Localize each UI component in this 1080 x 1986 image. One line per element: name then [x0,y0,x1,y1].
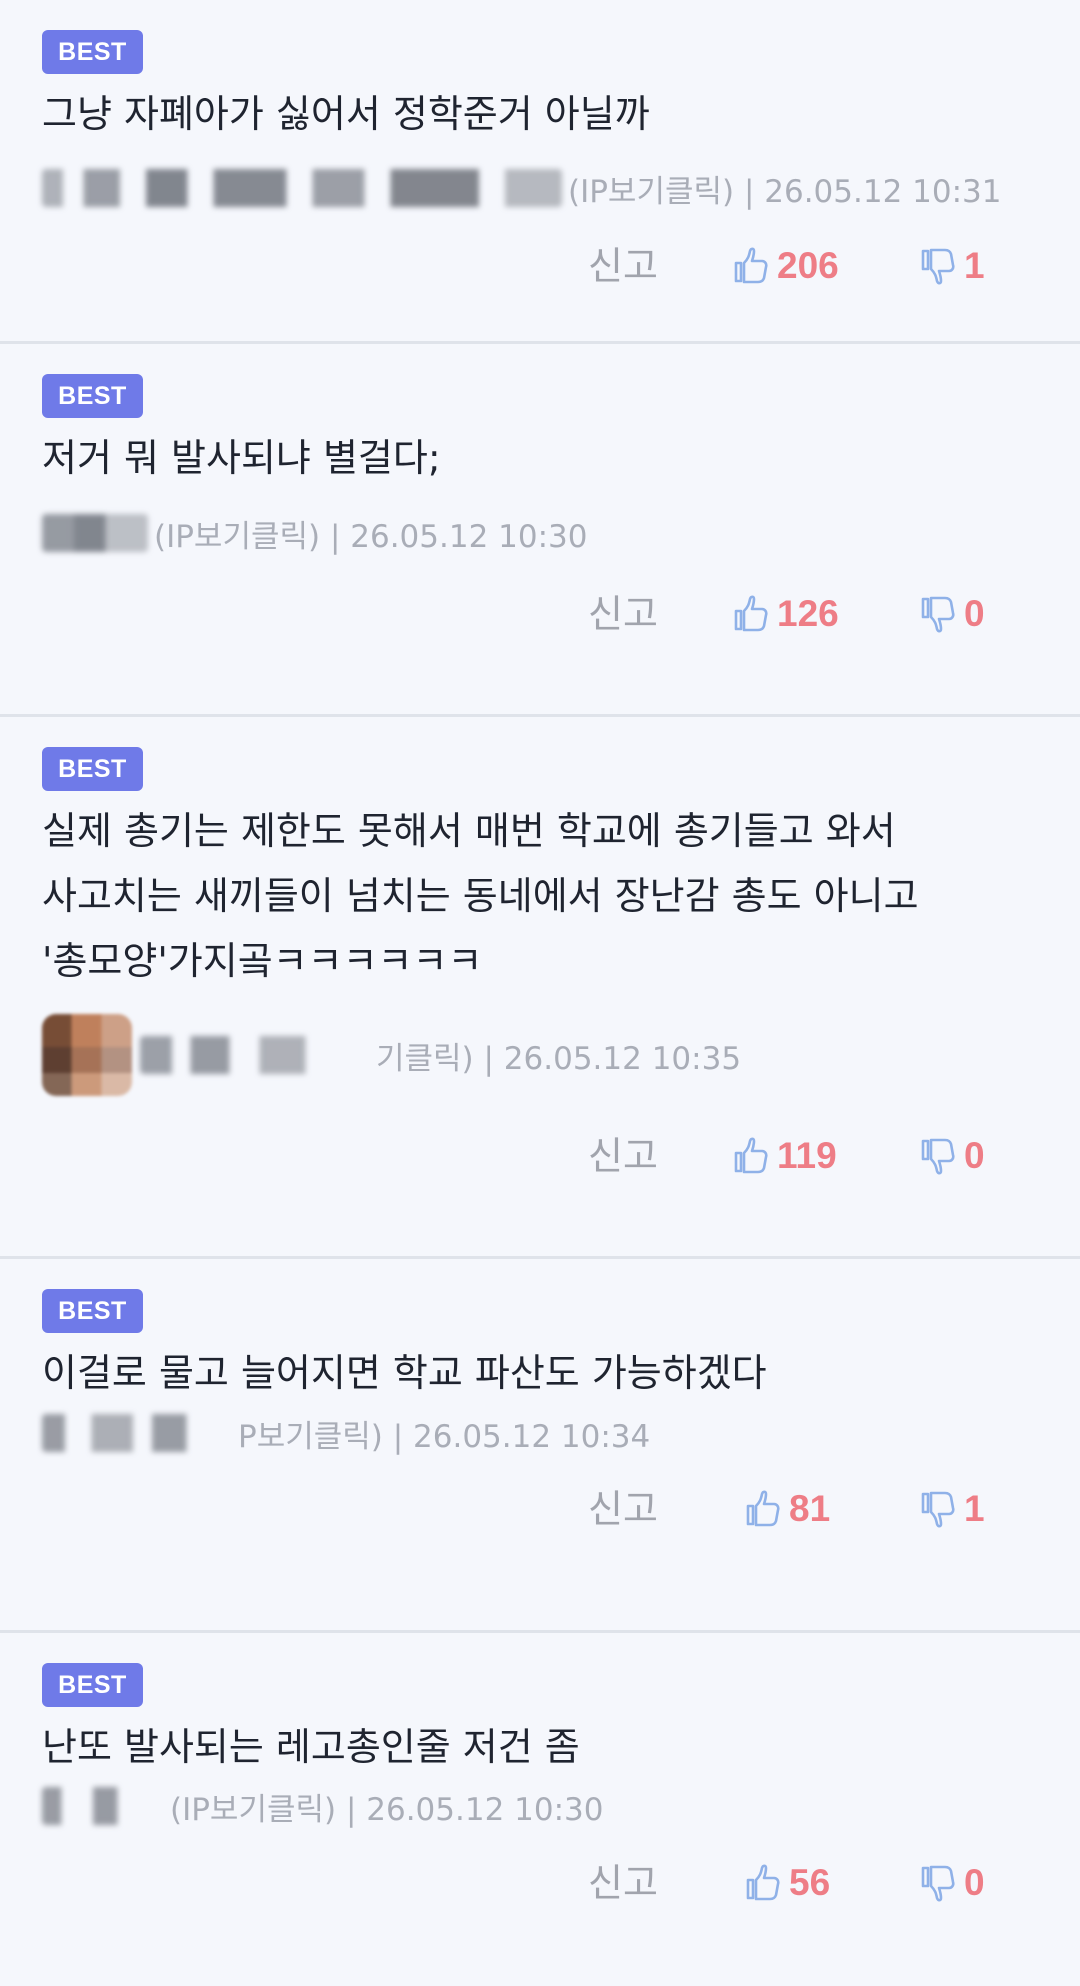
comment-actions: 신고 81 1 [0,1484,1080,1534]
thumbs-up-icon [746,1490,780,1527]
comment-actions: 신고 119 0 [0,1131,1080,1181]
dislike-button[interactable]: 0 [920,1131,985,1181]
dislike-count: 1 [964,1488,985,1529]
user-avatar [42,1014,132,1096]
comment-meta[interactable]: (IP보기클릭) | 26.05.12 10:30 [42,1782,1050,1830]
best-badge: BEST [42,30,143,74]
report-button[interactable]: 신고 [588,589,658,639]
report-button[interactable]: 신고 [588,1131,658,1181]
dislike-button[interactable]: 0 [920,1858,985,1908]
comment-text: 그냥 자폐아가 싫어서 정학준거 아닐까 [42,92,650,136]
thumbs-down-icon [921,1865,955,1902]
comment-meta[interactable]: (IP보기클릭) | 26.05.12 10:31 [42,164,1050,212]
thumbs-up-icon [734,595,768,632]
thumbs-down-icon [921,596,955,633]
ip-timestamp[interactable]: (IP보기클릭) | 26.05.12 10:31 [568,166,1002,211]
dislike-button[interactable]: 1 [920,1484,985,1534]
comment-actions: 신고 126 0 [0,589,1080,639]
comment-actions: 신고 56 0 [0,1858,1080,1908]
best-badge: BEST [42,374,143,418]
blurred-author-name [42,1787,164,1825]
comment-text: 난또 발사되는 레고총인줄 저건 좀 [42,1725,580,1769]
ip-timestamp[interactable]: (IP보기클릭) | 26.05.12 10:30 [170,1784,604,1829]
blurred-author-name [42,1414,232,1452]
comment-meta[interactable]: 기클릭) | 26.05.12 10:35 [42,1013,1050,1097]
thumbs-down-icon [921,248,955,285]
like-button[interactable]: 206 [733,241,839,291]
dislike-button[interactable]: 1 [920,241,985,291]
thumbs-down-icon [921,1138,955,1175]
comment-text: 실제 총기는 제한도 못해서 매번 학교에 총기들고 와서 사고치는 새끼들이 … [42,809,919,983]
like-button[interactable]: 81 [745,1484,830,1534]
like-count: 119 [777,1135,837,1176]
report-button[interactable]: 신고 [588,1858,658,1908]
comment-list: BEST 그냥 자폐아가 싫어서 정학준거 아닐까 (IP보기클릭) | 26.… [0,0,1080,1986]
like-button[interactable]: 119 [733,1131,837,1181]
best-comment-3: BEST 실제 총기는 제한도 못해서 매번 학교에 총기들고 와서 사고치는 … [0,717,1080,1259]
ip-timestamp[interactable]: 기클릭) | 26.05.12 10:35 [376,1033,741,1078]
blurred-author-name [140,1036,370,1074]
best-badge: BEST [42,1663,143,1707]
like-button[interactable]: 126 [733,589,839,639]
thumbs-up-icon [734,1137,768,1174]
thumbs-up-icon [746,1864,780,1901]
report-button[interactable]: 신고 [588,241,658,291]
comment-meta[interactable]: (IP보기클릭) | 26.05.12 10:30 [42,509,1050,557]
like-count: 206 [777,245,839,286]
blurred-author-name [42,514,148,552]
dislike-count: 0 [964,1862,985,1903]
best-comment-2: BEST 저거 뭐 발사되냐 별걸다; (IP보기클릭) | 26.05.12 … [0,344,1080,717]
best-comment-1: BEST 그냥 자폐아가 싫어서 정학준거 아닐까 (IP보기클릭) | 26.… [0,0,1080,344]
thumbs-up-icon [734,247,768,284]
comment-text: 이걸로 물고 늘어지면 학교 파산도 가능하겠다 [42,1351,767,1395]
like-count: 81 [789,1488,831,1529]
dislike-count: 0 [964,593,985,634]
best-comment-4: BEST 이걸로 물고 늘어지면 학교 파산도 가능하겠다 P보기클릭) | 2… [0,1259,1080,1633]
report-button[interactable]: 신고 [588,1484,658,1534]
thumbs-down-icon [921,1491,955,1528]
best-badge: BEST [42,1289,143,1333]
best-badge: BEST [42,747,143,791]
dislike-button[interactable]: 0 [920,589,985,639]
ip-timestamp[interactable]: P보기클릭) | 26.05.12 10:34 [238,1411,650,1456]
like-count: 56 [789,1862,831,1903]
like-button[interactable]: 56 [745,1858,830,1908]
ip-timestamp[interactable]: (IP보기클릭) | 26.05.12 10:30 [154,511,588,556]
dislike-count: 1 [964,245,985,286]
comment-actions: 신고 206 1 [0,241,1080,291]
like-count: 126 [777,593,839,634]
best-comment-5: BEST 난또 발사되는 레고총인줄 저건 좀 (IP보기클릭) | 26.05… [0,1633,1080,1986]
blurred-author-name [42,169,562,207]
dislike-count: 0 [964,1135,985,1176]
comment-text: 저거 뭐 발사되냐 별걸다; [42,436,441,480]
comment-meta[interactable]: P보기클릭) | 26.05.12 10:34 [42,1409,1050,1457]
